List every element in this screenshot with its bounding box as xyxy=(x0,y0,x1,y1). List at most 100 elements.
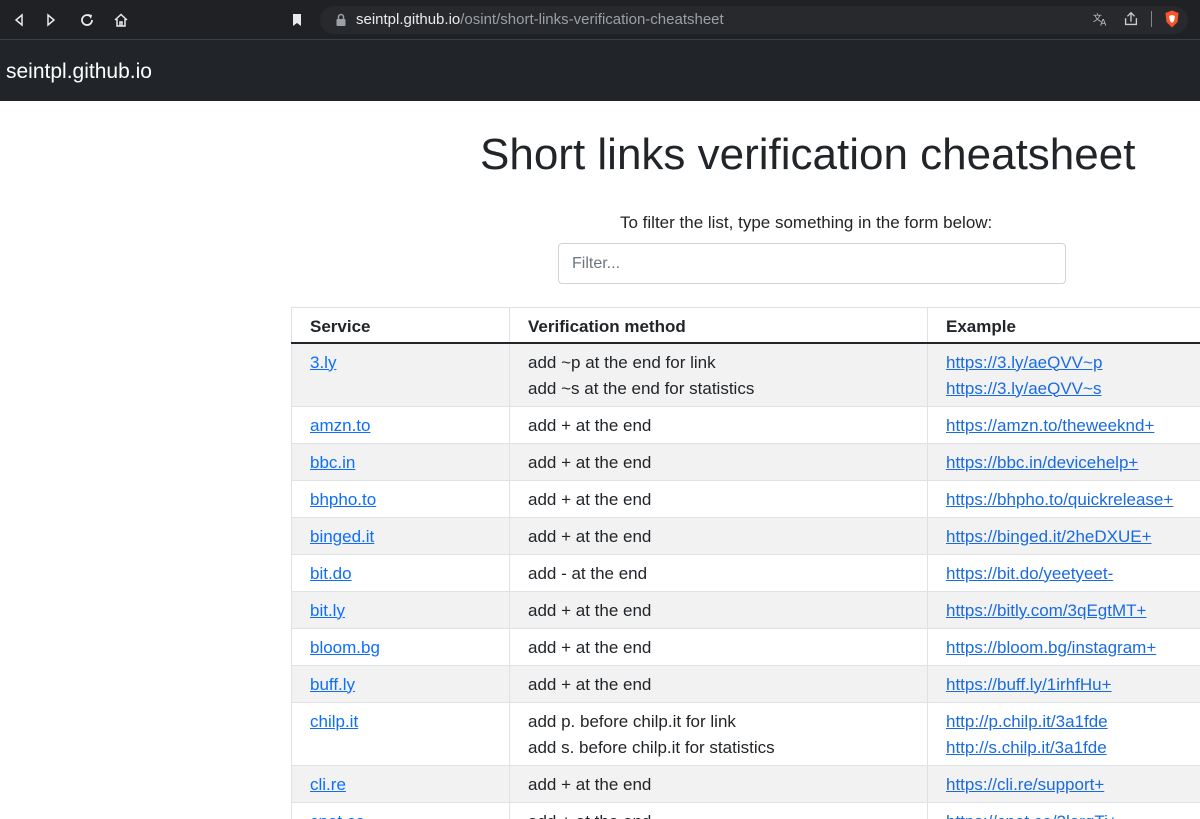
method-text: add + at the end xyxy=(528,674,652,694)
example-cell: https://bit.do/yeetyeet- xyxy=(927,554,1200,591)
bookmark-icon[interactable] xyxy=(286,9,308,31)
home-icon[interactable] xyxy=(110,9,132,31)
service-link[interactable]: binged.it xyxy=(310,527,374,546)
service-cell: cnet.co xyxy=(291,802,510,819)
method-cell: add + at the end xyxy=(509,406,928,443)
table-row: bit.do add - at the end https://bit.do/yee… xyxy=(291,554,1200,591)
service-link[interactable]: bit.do xyxy=(310,564,352,583)
service-link[interactable]: bloom.bg xyxy=(310,638,380,657)
example-link[interactable]: https://bloom.bg/instagram+ xyxy=(946,635,1182,661)
example-link[interactable]: https://binged.it/2heDXUE+ xyxy=(946,524,1182,550)
translate-icon[interactable]: 文A xyxy=(1091,9,1111,29)
service-link[interactable]: bbc.in xyxy=(310,453,355,472)
table-row: cnet.co add + at the end https://cnet.co/2… xyxy=(291,802,1200,819)
back-icon[interactable] xyxy=(8,9,30,31)
example-link[interactable]: http://s.chilp.it/3a1fde xyxy=(946,735,1182,761)
method-cell: add + at the end xyxy=(509,765,928,802)
filter-hint: To filter the list, type something in th… xyxy=(620,213,993,232)
method-text: add + at the end xyxy=(528,600,652,620)
example-link[interactable]: http://p.chilp.it/3a1fde xyxy=(946,709,1182,735)
example-link[interactable]: https://buff.ly/1irhfHu+ xyxy=(946,672,1182,698)
example-link[interactable]: https://cnet.co/2lorgTi+ xyxy=(946,809,1182,819)
example-link[interactable]: https://bit.do/yeetyeet- xyxy=(946,561,1182,587)
method-text: add - at the end xyxy=(528,563,648,583)
example-link[interactable]: https://3.ly/aeQVV~s xyxy=(946,376,1182,402)
column-header-example: Example xyxy=(927,307,1200,343)
service-link[interactable]: chilp.it xyxy=(310,712,358,731)
service-link[interactable]: 3.ly xyxy=(310,353,336,372)
example-link[interactable]: https://3.ly/aeQVV~p xyxy=(946,350,1182,376)
share-icon[interactable] xyxy=(1121,9,1141,29)
service-cell: amzn.to xyxy=(291,406,510,443)
lock-icon xyxy=(336,13,346,26)
method-text: add + at the end xyxy=(528,415,652,435)
example-cell: https://cnet.co/2lorgTi+ xyxy=(927,802,1200,819)
example-link[interactable]: https://bbc.in/devicehelp+ xyxy=(946,450,1182,476)
service-cell: bit.ly xyxy=(291,591,510,628)
method-text: add + at the end xyxy=(528,774,652,794)
method-text: add + at the end xyxy=(528,452,652,472)
method-cell: add p. before chilp.it for link add s. be… xyxy=(509,702,928,765)
site-navbar: seintpl.github.io xyxy=(0,40,1200,101)
forward-icon[interactable] xyxy=(40,9,62,31)
method-cell: add + at the end xyxy=(509,628,928,665)
method-cell: add + at the end xyxy=(509,802,928,819)
filter-input[interactable] xyxy=(558,243,1066,284)
service-link[interactable]: cnet.co xyxy=(310,812,365,819)
method-cell: add + at the end xyxy=(509,665,928,702)
example-link[interactable]: https://bhpho.to/quickrelease+ xyxy=(946,487,1182,513)
table-row: bit.ly add + at the end https://bitly.com/… xyxy=(291,591,1200,628)
service-cell: chilp.it xyxy=(291,702,510,765)
service-link[interactable]: buff.ly xyxy=(310,675,355,694)
service-link[interactable]: amzn.to xyxy=(310,416,370,435)
reload-icon[interactable] xyxy=(76,9,98,31)
svg-text:A: A xyxy=(1100,18,1107,28)
example-link[interactable]: https://cli.re/support+ xyxy=(946,772,1182,798)
column-header-method: Verification method xyxy=(509,307,928,343)
toolbar-divider xyxy=(1151,11,1152,27)
table-row: bhpho.to add + at the end https://bhpho.to… xyxy=(291,480,1200,517)
table-row: bloom.bg add + at the end https://bloom.bg… xyxy=(291,628,1200,665)
table-row: bbc.in add + at the end https://bbc.in/dev… xyxy=(291,443,1200,480)
service-cell: bbc.in xyxy=(291,443,510,480)
brave-shield-icon[interactable] xyxy=(1162,9,1182,29)
example-cell: https://3.ly/aeQVV~p https://3.ly/aeQVV~s xyxy=(927,342,1200,406)
service-cell: 3.ly xyxy=(291,342,510,406)
method-text: add + at the end xyxy=(528,526,652,546)
address-bar[interactable]: seintpl.github.io/osint/short-links-veri… xyxy=(320,6,1188,34)
example-cell: http://p.chilp.it/3a1fde http://s.chilp.i… xyxy=(927,702,1200,765)
service-link[interactable]: bit.ly xyxy=(310,601,345,620)
method-text: add p. before chilp.it for link xyxy=(528,711,736,731)
table-row: amzn.to add + at the end https://amzn.to/t… xyxy=(291,406,1200,443)
method-text: add s. before chilp.it for statistics xyxy=(528,737,775,757)
method-cell: add + at the end xyxy=(509,517,928,554)
shortlinks-table: Service Verification method Example 3.ly… xyxy=(291,307,1200,819)
example-cell: https://amzn.to/theweeknd+ xyxy=(927,406,1200,443)
method-text: add + at the end xyxy=(528,809,909,819)
browser-toolbar: seintpl.github.io/osint/short-links-veri… xyxy=(0,0,1200,40)
service-cell: buff.ly xyxy=(291,665,510,702)
example-link[interactable]: https://amzn.to/theweeknd+ xyxy=(946,413,1182,439)
site-brand[interactable]: seintpl.github.io xyxy=(6,60,152,84)
method-cell: add + at the end xyxy=(509,591,928,628)
example-cell: https://bloom.bg/instagram+ xyxy=(927,628,1200,665)
url-host: seintpl.github.io xyxy=(356,11,461,28)
method-cell: add + at the end xyxy=(509,480,928,517)
method-text: add + at the end xyxy=(528,489,652,509)
column-header-service: Service xyxy=(291,307,510,343)
example-cell: https://buff.ly/1irhfHu+ xyxy=(927,665,1200,702)
service-cell: binged.it xyxy=(291,517,510,554)
service-cell: bhpho.to xyxy=(291,480,510,517)
service-link[interactable]: cli.re xyxy=(310,775,346,794)
example-link[interactable]: https://bitly.com/3qEgtMT+ xyxy=(946,598,1182,624)
table-row: cli.re add + at the end https://cli.re/sup… xyxy=(291,765,1200,802)
method-text: add ~p at the end for link xyxy=(528,352,716,372)
table-row: buff.ly add + at the end https://buff.ly/1… xyxy=(291,665,1200,702)
service-link[interactable]: bhpho.to xyxy=(310,490,376,509)
page-title: Short links verification cheatsheet xyxy=(480,130,1136,179)
service-cell: cli.re xyxy=(291,765,510,802)
service-cell: bit.do xyxy=(291,554,510,591)
example-cell: https://bhpho.to/quickrelease+ xyxy=(927,480,1200,517)
method-text: add ~s at the end for statistics xyxy=(528,378,755,398)
table-header-row: Service Verification method Example xyxy=(291,307,1200,343)
